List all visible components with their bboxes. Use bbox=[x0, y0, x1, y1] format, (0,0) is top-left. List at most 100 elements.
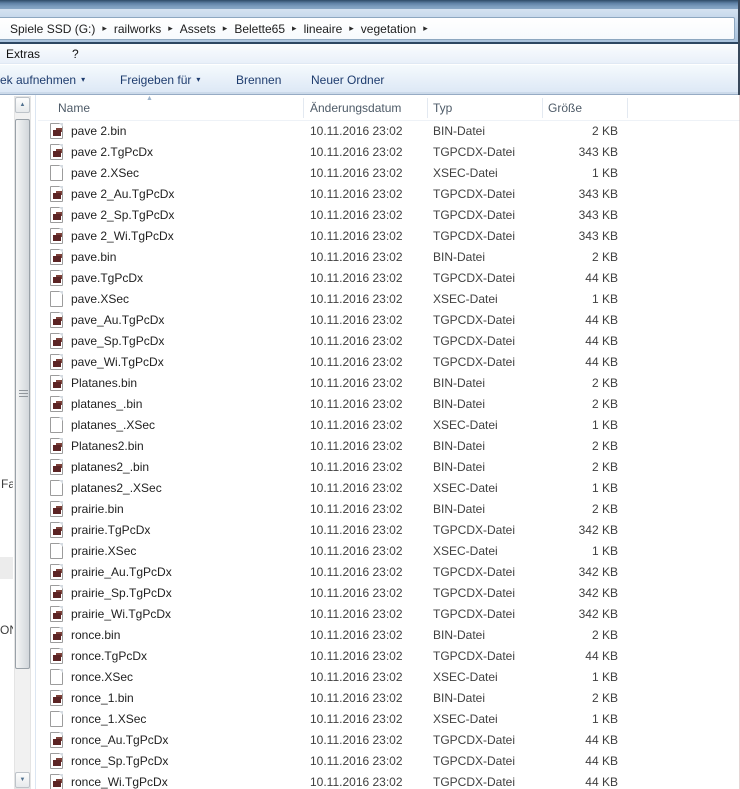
include-in-library-button[interactable]: ek aufnehmen ▾ bbox=[0, 68, 93, 91]
file-row[interactable]: ronce_Au.TgPcDx 10.11.2016 23:02 TGPCDX-Da… bbox=[38, 730, 740, 751]
column-header-name[interactable]: Name bbox=[58, 101, 90, 115]
file-name: platanes_.bin bbox=[71, 397, 143, 411]
file-date: 10.11.2016 23:02 bbox=[310, 712, 403, 726]
file-name: pave.bin bbox=[71, 250, 117, 264]
file-size: 2 KB bbox=[591, 628, 618, 642]
file-row[interactable]: pave 2.bin 10.11.2016 23:02 BIN-Datei 2 KB bbox=[38, 121, 740, 142]
file-date: 10.11.2016 23:02 bbox=[310, 376, 403, 390]
scrollbar-thumb[interactable] bbox=[15, 119, 30, 669]
file-row[interactable]: pave_Wi.TgPcDx 10.11.2016 23:02 TGPCDX-Dat… bbox=[38, 352, 740, 373]
file-type: BIN-Datei bbox=[433, 502, 486, 516]
file-date: 10.11.2016 23:02 bbox=[310, 250, 403, 264]
file-size: 44 KB bbox=[585, 649, 618, 663]
file-row[interactable]: prairie.bin 10.11.2016 23:02 BIN-Datei 2 KB bbox=[38, 499, 740, 520]
file-date: 10.11.2016 23:02 bbox=[310, 439, 403, 453]
breadcrumb-chevron-icon[interactable]: ▸ bbox=[97, 23, 112, 34]
new-folder-button[interactable]: Neuer Ordner bbox=[303, 68, 392, 91]
red-document-icon bbox=[50, 522, 63, 538]
file-row[interactable]: pave 2.XSec 10.11.2016 23:02 XSEC-Datei 1 K… bbox=[38, 163, 740, 184]
burn-button[interactable]: Brennen bbox=[228, 68, 289, 91]
file-row[interactable]: ronce_1.bin 10.11.2016 23:02 BIN-Datei 2 KB bbox=[38, 688, 740, 709]
file-row[interactable]: Platanes2.bin 10.11.2016 23:02 BIN-Datei 2 … bbox=[38, 436, 740, 457]
breadcrumb-segment[interactable]: vegetation bbox=[359, 22, 418, 36]
red-document-icon bbox=[50, 690, 63, 706]
file-size: 1 KB bbox=[591, 544, 618, 558]
menu-item-help[interactable]: ? bbox=[68, 47, 83, 61]
file-type: XSEC-Datei bbox=[433, 712, 498, 726]
file-row[interactable]: prairie.XSec 10.11.2016 23:02 XSEC-Datei 1 … bbox=[38, 541, 740, 562]
file-row[interactable]: prairie.TgPcDx 10.11.2016 23:02 TGPCDX-Dat… bbox=[38, 520, 740, 541]
nav-tree-item[interactable]: Fa bbox=[1, 477, 13, 491]
file-row[interactable]: ronce_Wi.TgPcDx 10.11.2016 23:02 TGPCDX-Da… bbox=[38, 772, 740, 789]
file-row[interactable]: pave 2.TgPcDx 10.11.2016 23:02 TGPCDX-Date… bbox=[38, 142, 740, 163]
red-document-icon bbox=[50, 438, 63, 454]
file-type: XSEC-Datei bbox=[433, 670, 498, 684]
breadcrumb-chevron-icon[interactable]: ▸ bbox=[218, 23, 233, 34]
file-date: 10.11.2016 23:02 bbox=[310, 418, 403, 432]
file-type: TGPCDX-Datei bbox=[433, 271, 516, 285]
share-with-button[interactable]: Freigeben für ▾ bbox=[112, 68, 208, 91]
file-name: pave 2.bin bbox=[71, 124, 127, 138]
file-size: 343 KB bbox=[578, 208, 618, 222]
blank-document-icon bbox=[50, 543, 63, 559]
column-header-date[interactable]: Änderungsdatum bbox=[310, 101, 401, 115]
file-row[interactable]: ronce.XSec 10.11.2016 23:02 XSEC-Datei 1 KB bbox=[38, 667, 740, 688]
file-size: 342 KB bbox=[578, 565, 618, 579]
file-name: pave_Wi.TgPcDx bbox=[71, 355, 164, 369]
scroll-up-button[interactable]: ▲ bbox=[15, 97, 30, 113]
column-divider bbox=[303, 98, 304, 118]
breadcrumb-segment[interactable]: lineaire bbox=[302, 22, 345, 36]
file-type: BIN-Datei bbox=[433, 439, 486, 453]
column-header-type[interactable]: Typ bbox=[433, 101, 452, 115]
file-row[interactable]: prairie_Au.TgPcDx 10.11.2016 23:02 TGPCDX-… bbox=[38, 562, 740, 583]
file-row[interactable]: Platanes.bin 10.11.2016 23:02 BIN-Datei 2 K… bbox=[38, 373, 740, 394]
file-size: 1 KB bbox=[591, 712, 618, 726]
file-row[interactable]: ronce_Sp.TgPcDx 10.11.2016 23:02 TGPCDX-Da… bbox=[38, 751, 740, 772]
breadcrumb-chevron-icon[interactable]: ▸ bbox=[287, 23, 302, 34]
scroll-down-button[interactable]: ▼ bbox=[15, 772, 30, 788]
file-row[interactable]: pave 2_Au.TgPcDx 10.11.2016 23:02 TGPCDX-D… bbox=[38, 184, 740, 205]
file-row[interactable]: pave 2_Wi.TgPcDx 10.11.2016 23:02 TGPCDX-D… bbox=[38, 226, 740, 247]
file-row[interactable]: platanes2_.XSec 10.11.2016 23:02 XSEC-Date… bbox=[38, 478, 740, 499]
file-type: XSEC-Datei bbox=[433, 166, 498, 180]
file-name: pave.XSec bbox=[71, 292, 130, 306]
file-row[interactable]: platanes_.bin 10.11.2016 23:02 BIN-Datei 2 … bbox=[38, 394, 740, 415]
nav-pane-scrollbar[interactable]: ▲ ▼ bbox=[14, 96, 31, 789]
file-type: TGPCDX-Datei bbox=[433, 208, 516, 222]
file-name: ronce_1.bin bbox=[71, 691, 134, 705]
file-row[interactable]: ronce_1.XSec 10.11.2016 23:02 XSEC-Datei 1 … bbox=[38, 709, 740, 730]
file-type: TGPCDX-Datei bbox=[433, 586, 516, 600]
file-row[interactable]: prairie_Wi.TgPcDx 10.11.2016 23:02 TGPCDX-… bbox=[38, 604, 740, 625]
window-title-strip bbox=[0, 0, 740, 9]
file-date: 10.11.2016 23:02 bbox=[310, 166, 403, 180]
file-size: 1 KB bbox=[591, 292, 618, 306]
file-date: 10.11.2016 23:02 bbox=[310, 313, 403, 327]
red-document-icon bbox=[50, 459, 63, 475]
breadcrumb-chevron-icon[interactable]: ▸ bbox=[418, 23, 433, 34]
file-row[interactable]: pave.XSec 10.11.2016 23:02 XSEC-Datei 1 KB bbox=[38, 289, 740, 310]
breadcrumb-segment[interactable]: Belette65 bbox=[232, 22, 287, 36]
file-row[interactable]: ronce.bin 10.11.2016 23:02 BIN-Datei 2 KB bbox=[38, 625, 740, 646]
menu-item-extras[interactable]: Extras bbox=[2, 47, 44, 61]
breadcrumb-chevron-icon[interactable]: ▸ bbox=[163, 23, 178, 34]
file-row[interactable]: platanes2_.bin 10.11.2016 23:02 BIN-Datei 2… bbox=[38, 457, 740, 478]
file-row[interactable]: pave.bin 10.11.2016 23:02 BIN-Datei 2 KB bbox=[38, 247, 740, 268]
file-row[interactable]: pave_Sp.TgPcDx 10.11.2016 23:02 TGPCDX-Dat… bbox=[38, 331, 740, 352]
file-type: BIN-Datei bbox=[433, 376, 486, 390]
file-row[interactable]: pave.TgPcDx 10.11.2016 23:02 TGPCDX-Datei 4… bbox=[38, 268, 740, 289]
file-date: 10.11.2016 23:02 bbox=[310, 124, 403, 138]
column-header-size[interactable]: Größe bbox=[548, 101, 582, 115]
file-row[interactable]: ronce.TgPcDx 10.11.2016 23:02 TGPCDX-Datei… bbox=[38, 646, 740, 667]
breadcrumb[interactable]: Spiele SSD (G:) ▸ railworks ▸ Assets ▸ Belette… bbox=[0, 17, 735, 40]
breadcrumb-segment[interactable]: Assets bbox=[178, 22, 218, 36]
file-row[interactable]: pave 2_Sp.TgPcDx 10.11.2016 23:02 TGPCDX-D… bbox=[38, 205, 740, 226]
breadcrumb-segment[interactable]: Spiele SSD (G:) bbox=[8, 22, 97, 36]
file-type: TGPCDX-Datei bbox=[433, 523, 516, 537]
file-date: 10.11.2016 23:02 bbox=[310, 544, 403, 558]
breadcrumb-chevron-icon[interactable]: ▸ bbox=[344, 23, 359, 34]
nav-tree-item[interactable]: ON bbox=[0, 623, 13, 637]
file-row[interactable]: pave_Au.TgPcDx 10.11.2016 23:02 TGPCDX-Dat… bbox=[38, 310, 740, 331]
breadcrumb-segment[interactable]: railworks bbox=[112, 22, 163, 36]
file-row[interactable]: platanes_.XSec 10.11.2016 23:02 XSEC-Datei… bbox=[38, 415, 740, 436]
file-row[interactable]: prairie_Sp.TgPcDx 10.11.2016 23:02 TGPCDX-… bbox=[38, 583, 740, 604]
